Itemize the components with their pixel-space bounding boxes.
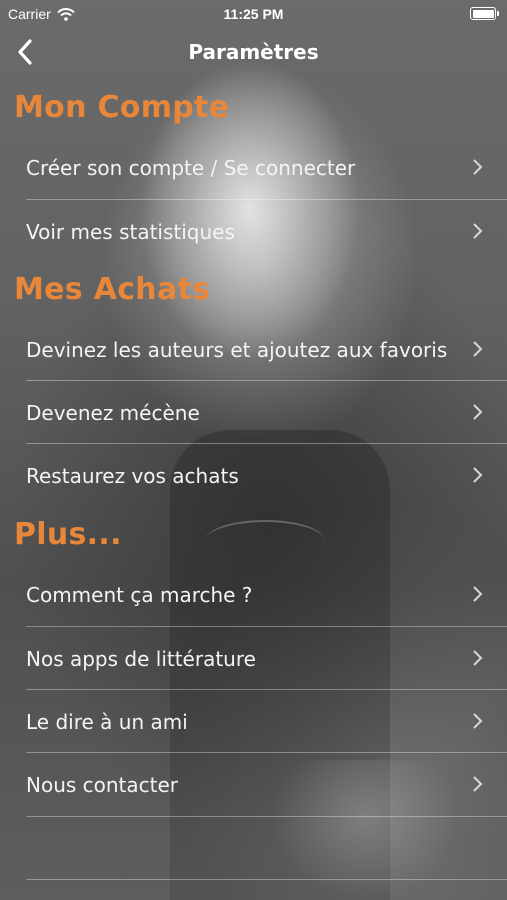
chevron-right-icon	[473, 223, 483, 239]
row-label: Nous contacter	[26, 772, 179, 797]
row-label: Devenez mécène	[26, 400, 200, 425]
chevron-right-icon	[473, 776, 483, 792]
status-time: 11:25 PM	[223, 6, 284, 22]
chevron-right-icon	[473, 341, 483, 357]
row-restaurez-achats[interactable]: Restaurez vos achats	[0, 444, 507, 507]
row-label: Créer son compte / Se connecter	[26, 155, 356, 180]
row-comment-ca-marche[interactable]: Comment ça marche ?	[0, 563, 507, 626]
navigation-bar: Paramètres	[0, 28, 507, 74]
row-devenez-mecene[interactable]: Devenez mécène	[0, 381, 507, 444]
row-label: Le dire à un ami	[26, 709, 188, 734]
row-label: Nos apps de littérature	[26, 646, 256, 671]
row-label: Comment ça marche ?	[26, 582, 253, 607]
row-statistiques[interactable]: Voir mes statistiques	[0, 200, 507, 263]
chevron-right-icon	[473, 650, 483, 666]
section-title-plus: Plus...	[14, 517, 122, 552]
chevron-right-icon	[473, 467, 483, 483]
section-title-mon-compte: Mon Compte	[14, 90, 230, 125]
row-label: Voir mes statistiques	[26, 219, 235, 244]
section-title-mes-achats: Mes Achats	[14, 272, 211, 307]
battery-icon	[470, 7, 499, 20]
chevron-right-icon	[473, 404, 483, 420]
chevron-right-icon	[473, 713, 483, 729]
status-bar: Carrier 11:25 PM	[0, 0, 507, 28]
page-title: Paramètres	[188, 40, 319, 64]
row-separator	[26, 816, 507, 817]
row-label: Devinez les auteurs et ajoutez aux favor…	[26, 337, 448, 362]
row-separator	[26, 879, 507, 880]
portrait-collar	[205, 520, 325, 562]
row-creer-compte[interactable]: Créer son compte / Se connecter	[0, 136, 507, 199]
row-devinez-auteurs[interactable]: Devinez les auteurs et ajoutez aux favor…	[0, 318, 507, 381]
row-nos-apps[interactable]: Nos apps de littérature	[0, 627, 507, 690]
row-label: Restaurez vos achats	[26, 463, 239, 488]
chevron-right-icon	[473, 159, 483, 175]
row-nous-contacter[interactable]: Nous contacter	[0, 753, 507, 816]
chevron-right-icon	[473, 586, 483, 602]
row-dire-ami[interactable]: Le dire à un ami	[0, 690, 507, 753]
